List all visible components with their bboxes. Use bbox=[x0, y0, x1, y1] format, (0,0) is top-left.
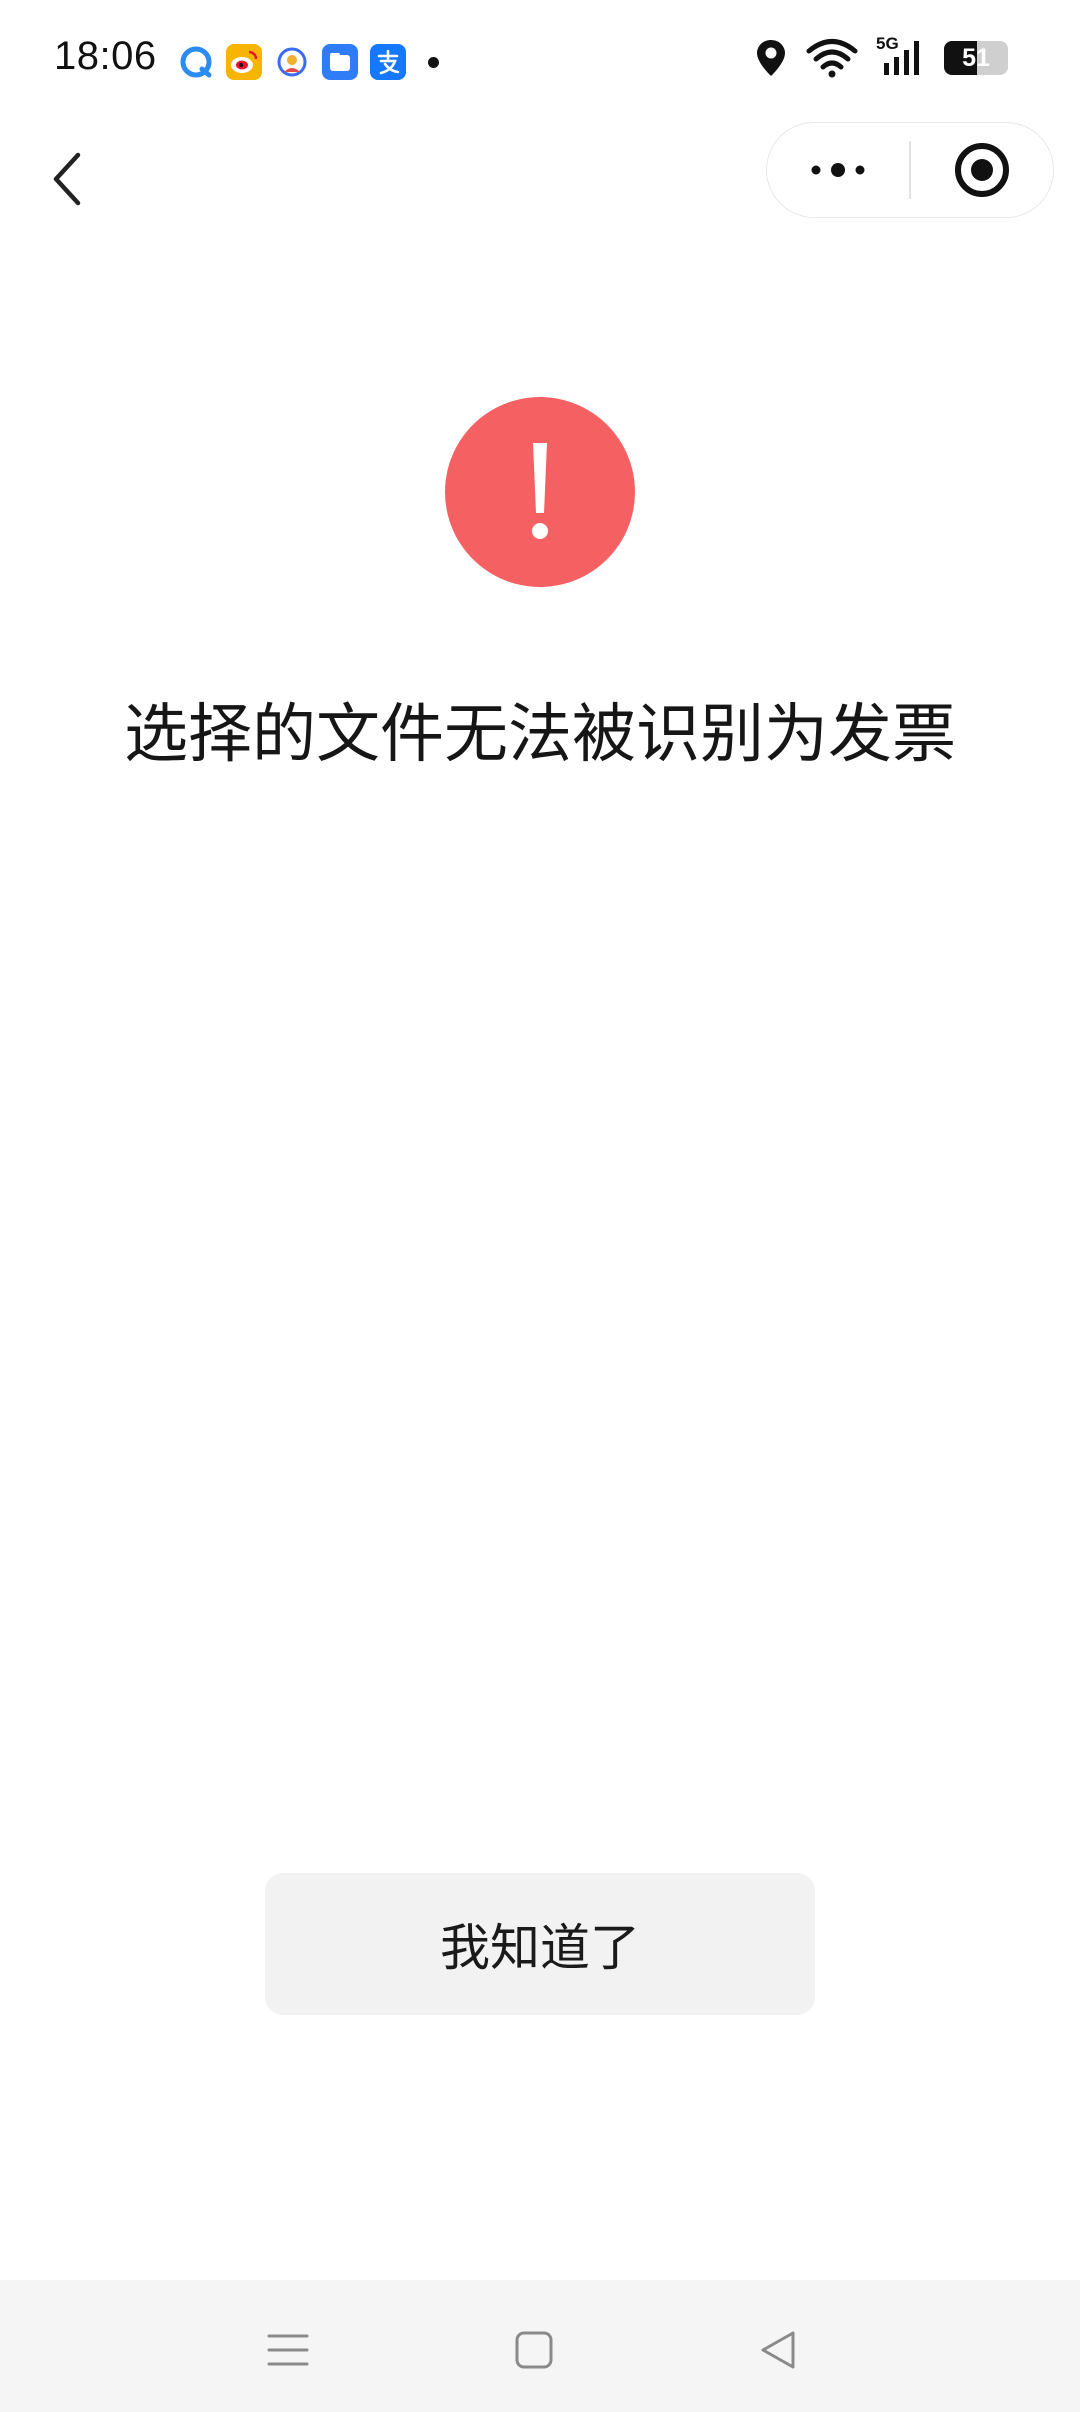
menu-icon bbox=[267, 2334, 309, 2366]
battery-indicator: 51 bbox=[944, 41, 1008, 75]
recent-apps-button[interactable] bbox=[248, 2310, 328, 2390]
signal-bars-icon bbox=[884, 41, 919, 75]
more-button[interactable] bbox=[767, 122, 909, 218]
location-icon bbox=[757, 40, 785, 76]
battery-level: 51 bbox=[962, 43, 990, 72]
confirm-button[interactable]: 我知道了 bbox=[265, 1873, 815, 2015]
files-icon bbox=[322, 44, 358, 80]
alipay-icon bbox=[370, 44, 406, 80]
exclamation-icon bbox=[532, 443, 548, 539]
home-icon bbox=[515, 2331, 553, 2369]
system-navigation-bar bbox=[0, 2280, 1080, 2412]
more-notifications-dot bbox=[428, 56, 439, 68]
browser-icon bbox=[178, 44, 214, 80]
chevron-left-icon bbox=[53, 152, 81, 206]
error-message: 选择的文件无法被识别为发票 bbox=[124, 698, 956, 772]
mini-program-capsule bbox=[766, 122, 1054, 218]
status-bar: 18:06 5G 51 bbox=[0, 0, 1080, 120]
status-time: 18:06 bbox=[54, 34, 157, 78]
system-back-button[interactable] bbox=[738, 2310, 818, 2390]
close-button[interactable] bbox=[911, 122, 1053, 218]
home-button[interactable] bbox=[494, 2310, 574, 2390]
notification-icons bbox=[178, 44, 439, 80]
close-target-icon bbox=[954, 143, 1009, 197]
back-button[interactable] bbox=[38, 146, 98, 212]
back-triangle-icon bbox=[761, 2331, 795, 2369]
weibo-icon bbox=[226, 44, 262, 80]
more-dots-icon bbox=[811, 163, 865, 177]
assistant-icon bbox=[274, 44, 310, 80]
status-indicators: 5G 51 bbox=[754, 34, 1008, 78]
wifi-icon bbox=[806, 39, 858, 78]
cellular-signal: 5G bbox=[876, 34, 926, 78]
alert-icon bbox=[445, 397, 635, 587]
